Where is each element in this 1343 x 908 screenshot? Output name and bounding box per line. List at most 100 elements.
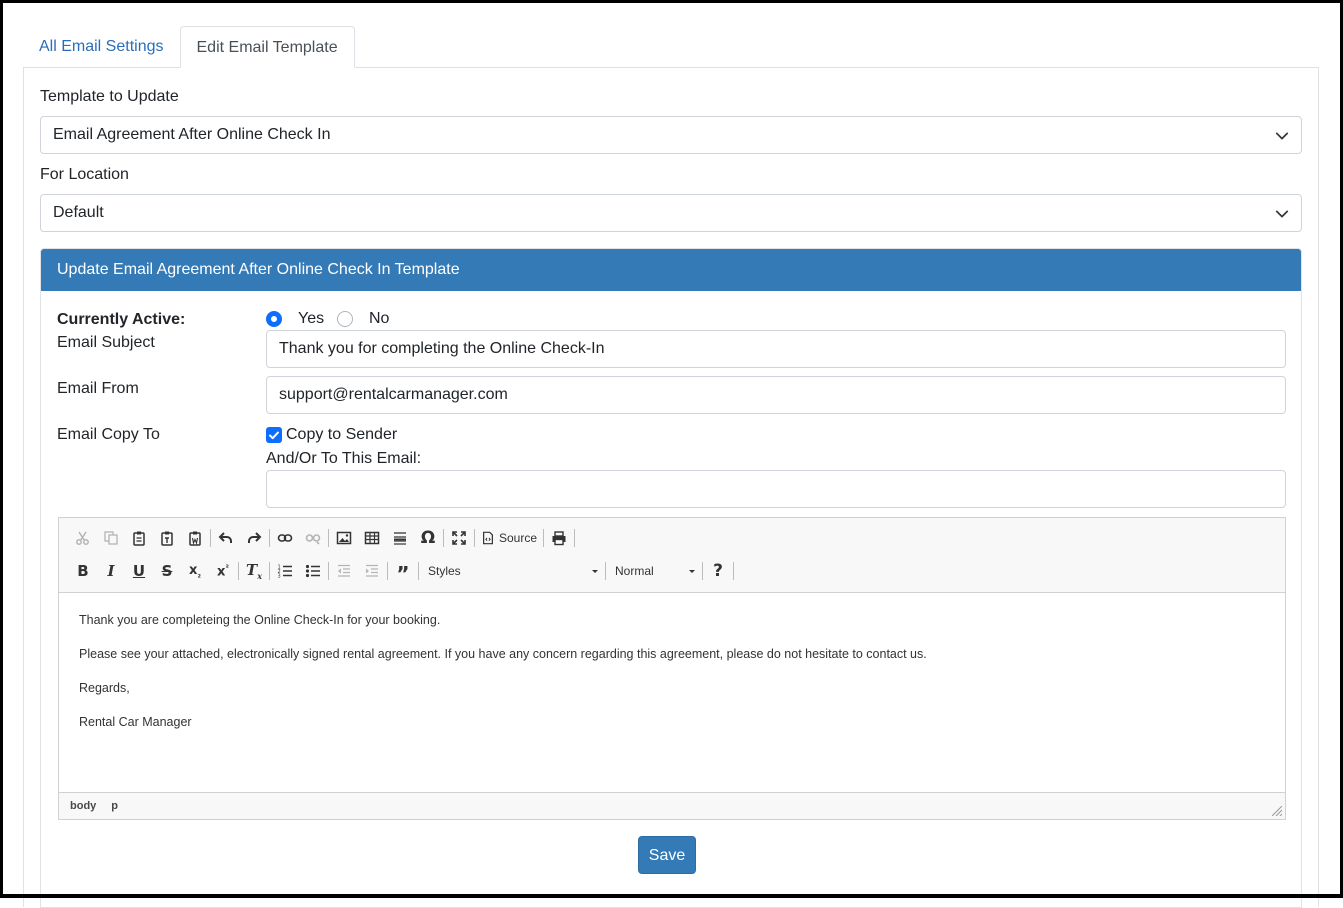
numbered-list-button[interactable]: 123: [271, 558, 299, 584]
template-label: Template to Update: [40, 88, 179, 105]
toolbar-separator: [702, 562, 703, 580]
outdent-button[interactable]: [330, 558, 358, 584]
active-no-label[interactable]: No: [369, 310, 389, 328]
omega-icon: Ω: [420, 528, 436, 548]
tab-bar: All Email Settings Edit Email Template: [23, 26, 355, 68]
source-label: Source: [499, 531, 538, 545]
tab-edit-email-template[interactable]: Edit Email Template: [179, 26, 355, 68]
tab-all-email-settings[interactable]: All Email Settings: [23, 26, 180, 68]
email-from-label: Email From: [57, 380, 139, 397]
caret-down-icon: [689, 569, 695, 573]
subscript-button[interactable]: x₂: [181, 558, 209, 584]
location-select-value: Default: [53, 204, 104, 221]
link-button[interactable]: [271, 525, 299, 551]
table-button[interactable]: [358, 525, 386, 551]
editor-content[interactable]: Thank you are completeing the Online Che…: [59, 593, 1285, 793]
undo-button[interactable]: [212, 525, 240, 551]
toolbar-separator: [210, 529, 211, 547]
svg-text:3: 3: [278, 574, 281, 580]
email-subject-label: Email Subject: [57, 334, 155, 351]
clipboard-word-icon: [189, 531, 201, 546]
source-icon: [483, 531, 493, 545]
special-char-button[interactable]: Ω: [414, 525, 442, 551]
help-button[interactable]: ?: [704, 558, 732, 584]
superscript-button[interactable]: x²: [209, 558, 237, 584]
toolbar-separator: [269, 529, 270, 547]
horizontal-rule-button[interactable]: [386, 525, 414, 551]
cut-button[interactable]: [69, 525, 97, 551]
image-icon: [336, 531, 352, 545]
active-yes-label[interactable]: Yes: [298, 310, 324, 328]
blockquote-button[interactable]: ”: [389, 558, 417, 584]
paste-text-button[interactable]: [153, 525, 181, 551]
editor-paragraph: Regards,: [79, 681, 130, 695]
styles-dropdown[interactable]: Styles: [420, 558, 604, 584]
printer-icon: [552, 531, 566, 546]
source-button[interactable]: Source: [476, 525, 542, 551]
link-icon: [277, 534, 293, 542]
copy-icon: [104, 531, 118, 545]
editor-paragraph: Rental Car Manager: [79, 715, 192, 729]
resize-handle-icon[interactable]: [1272, 806, 1282, 816]
copy-to-sender-checkbox[interactable]: [266, 427, 282, 443]
indent-button[interactable]: [358, 558, 386, 584]
format-dropdown-label: Normal: [615, 564, 654, 578]
remove-format-button[interactable]: Tx: [240, 558, 268, 584]
toolbar-separator: [605, 562, 606, 580]
copy-to-sender-label[interactable]: Copy to Sender: [286, 426, 397, 444]
save-button[interactable]: Save: [638, 836, 696, 874]
chevron-down-icon: [1275, 132, 1289, 140]
active-yes-radio[interactable]: [266, 311, 282, 327]
redo-icon: [248, 532, 262, 543]
paste-word-button[interactable]: [181, 525, 209, 551]
copy-button[interactable]: [97, 525, 125, 551]
toolbar-separator: [328, 562, 329, 580]
image-button[interactable]: [330, 525, 358, 551]
path-body[interactable]: body: [70, 800, 96, 812]
email-copy-to-label: Email Copy To: [57, 426, 160, 443]
active-no-radio[interactable]: [337, 311, 353, 327]
styles-dropdown-label: Styles: [428, 564, 461, 578]
clipboard-icon: [133, 531, 145, 546]
bulleted-list-icon: [305, 564, 320, 578]
undo-icon: [218, 532, 232, 543]
chevron-down-icon: [1275, 210, 1289, 218]
redo-button[interactable]: [240, 525, 268, 551]
toolbar-separator: [474, 529, 475, 547]
path-p[interactable]: p: [111, 800, 118, 812]
indent-icon: [366, 564, 378, 577]
editor-paragraph: Thank you are completeing the Online Che…: [79, 613, 441, 627]
strikethrough-button[interactable]: S: [153, 558, 181, 584]
italic-button[interactable]: I: [97, 558, 125, 584]
horizontal-rule-icon: [394, 532, 406, 545]
maximize-button[interactable]: [445, 525, 473, 551]
bold-icon: B: [77, 562, 89, 580]
bulleted-list-button[interactable]: [299, 558, 327, 584]
email-from-input[interactable]: support@rentalcarmanager.com: [266, 376, 1286, 414]
paste-button[interactable]: [125, 525, 153, 551]
toolbar-separator: [543, 529, 545, 547]
superscript-icon: x²: [217, 562, 229, 580]
email-subject-input[interactable]: Thank you for completing the Online Chec…: [266, 330, 1286, 368]
also-email-label: And/Or To This Email:: [266, 450, 422, 467]
rich-text-editor: Ω Source B I U S x₂ x² Tx 1 2 3 ” Styles…: [58, 517, 1286, 820]
clipboard-text-icon: [161, 531, 173, 546]
caret-down-icon: [592, 569, 598, 573]
editor-path-bar: body p: [59, 792, 1285, 819]
print-button[interactable]: [545, 525, 573, 551]
template-panel: Update Email Agreement After Online Chec…: [40, 248, 1302, 908]
underline-button[interactable]: U: [125, 558, 153, 584]
italic-icon: I: [107, 562, 115, 580]
unlink-button[interactable]: [299, 525, 327, 551]
help-icon: ?: [713, 561, 723, 581]
quote-icon: ”: [396, 562, 410, 586]
subscript-icon: x₂: [189, 562, 201, 580]
also-email-input[interactable]: [266, 470, 1286, 508]
format-dropdown[interactable]: Normal: [607, 558, 701, 584]
location-select[interactable]: Default: [40, 194, 1302, 232]
checkmark-icon: [269, 431, 279, 440]
toolbar-row-1: Ω Source: [69, 525, 576, 551]
bold-button[interactable]: B: [69, 558, 97, 584]
underline-icon: U: [132, 562, 146, 580]
template-select[interactable]: Email Agreement After Online Check In: [40, 116, 1302, 154]
